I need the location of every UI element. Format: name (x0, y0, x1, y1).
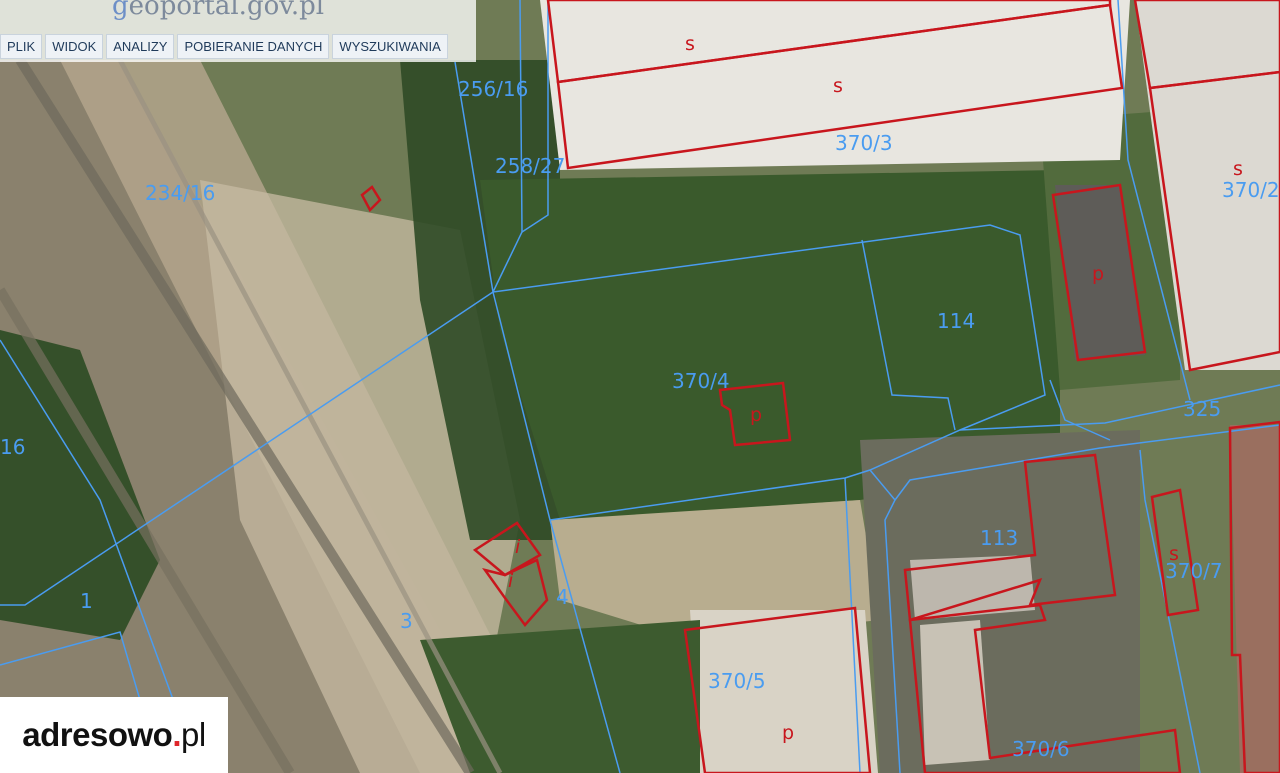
parcel-label: 325 (1183, 397, 1221, 421)
building-label: s (833, 75, 843, 97)
parcel-label: 234/16 (145, 181, 215, 205)
menu-item-plik[interactable]: PLIK (0, 34, 43, 59)
building-label: s (1233, 158, 1243, 180)
building-label: s (1169, 543, 1179, 565)
parcel-label: 256/16 (458, 77, 528, 101)
parcel-label: 370/6 (1012, 737, 1070, 761)
building-label: i (508, 570, 514, 592)
main-menu: PLIK WIDOK ANALIZY POBIERANIE DANYCH WYS… (0, 34, 448, 59)
parcel-label: 3 (400, 609, 413, 633)
parcel-label: 16 (0, 435, 25, 459)
parcel-label: 370/3 (835, 131, 893, 155)
parcel-label: 4 (556, 585, 569, 609)
building-label: i (515, 536, 521, 558)
parcel-label: 113 (980, 526, 1018, 550)
building-label: p (750, 404, 762, 426)
menu-item-pobieranie-danych[interactable]: POBIERANIE DANYCH (177, 34, 330, 59)
watermark-badge: adresowo.pl (0, 697, 228, 773)
watermark-logo: adresowo.pl (22, 716, 206, 753)
map-canvas[interactable]: 256/16 258/27 234/16 370/3 370/2 114 370… (0, 0, 1280, 773)
menu-item-wyszukiwania[interactable]: WYSZUKIWANIA (332, 34, 448, 59)
parcel-label: 370/2 (1222, 178, 1280, 202)
parcel-label: 370/4 (672, 369, 730, 393)
header-bar: geoportal.gov.pl PLIK WIDOK ANALIZY POBI… (0, 0, 476, 62)
parcel-label: 258/27 (495, 154, 565, 178)
parcel-label: 114 (937, 309, 975, 333)
building-label: s (685, 33, 695, 55)
geoportal-logo[interactable]: geoportal.gov.pl (112, 0, 324, 21)
menu-item-widok[interactable]: WIDOK (45, 34, 104, 59)
building-label: p (1092, 263, 1104, 285)
building-label: p (782, 722, 794, 744)
parcel-label: 370/5 (708, 669, 766, 693)
parcel-label: 1 (80, 589, 93, 613)
menu-item-analizy[interactable]: ANALIZY (106, 34, 175, 59)
